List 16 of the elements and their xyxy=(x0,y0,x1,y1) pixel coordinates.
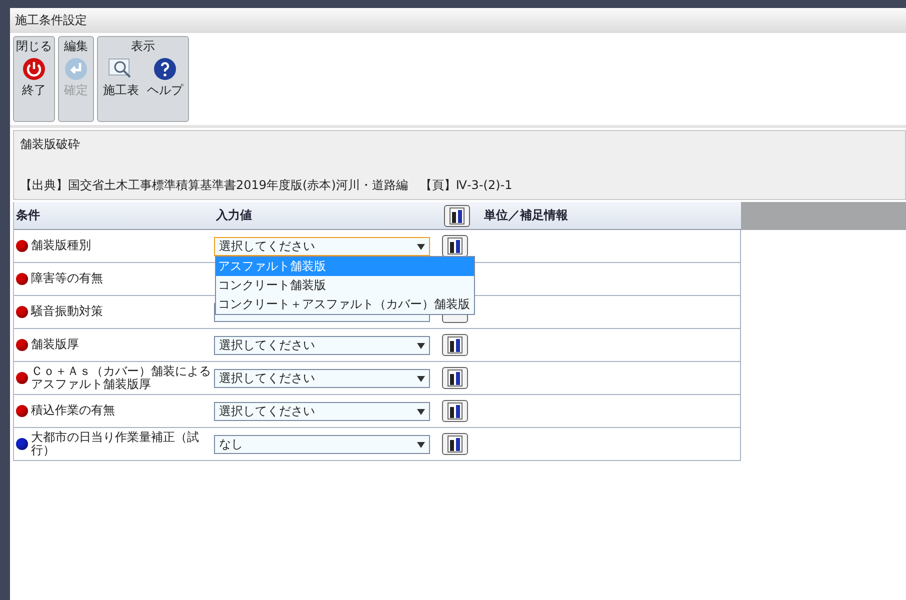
condition-label: Ｃｏ＋Ａｓ（カバー）舗装によるアスファルト舗装版厚 xyxy=(31,364,212,392)
column-header: 条件 xyxy=(15,207,41,224)
condition-label: 積込作業の有無 xyxy=(31,404,115,418)
group-label: 表示 xyxy=(131,38,155,55)
column-header: 単位／補足情報 xyxy=(484,207,569,224)
condition-label: 障害等の有無 xyxy=(31,272,103,286)
group-label: 編集 xyxy=(64,38,88,55)
condition-label: 舗装版種別 xyxy=(31,239,91,253)
condition-label: 大都市の日当り作業量補正（試行） xyxy=(31,430,200,458)
group-label: 閉じる xyxy=(16,38,52,55)
condition-label: 舗装版厚 xyxy=(31,338,79,352)
window-title: 施工条件設定 xyxy=(15,12,87,29)
condition-label: 騒音振動対策 xyxy=(31,305,103,319)
source-text: 【出典】国交省土木工事標準積算基準書2019年度版(赤本)河川・道路編 【頁】Ⅳ-3-(2)-1 xyxy=(20,177,514,194)
column-header: 入力値 xyxy=(215,207,253,224)
section-title: 舗装版破砕 xyxy=(20,136,81,153)
